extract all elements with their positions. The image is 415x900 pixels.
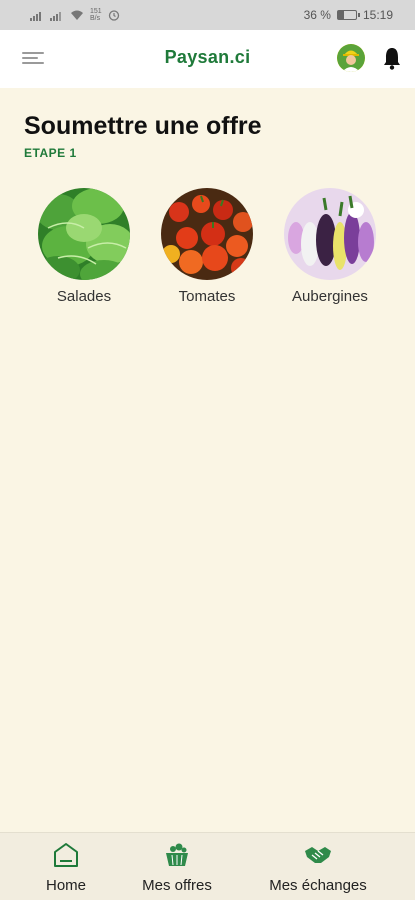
product-list: Salades Tomates Aubergines	[0, 188, 415, 318]
network-speed: 151 B/s	[90, 8, 102, 22]
avatar[interactable]	[337, 44, 365, 72]
product-tomates[interactable]: Tomates	[152, 188, 262, 305]
app-bar: Paysan.ci	[0, 30, 415, 88]
battery-percent: 36 %	[303, 8, 331, 22]
nav-mes-offres-label: Mes offres	[142, 877, 212, 894]
eggplants-image	[284, 188, 376, 280]
signal-icon	[30, 11, 41, 21]
lettuce-image	[38, 188, 130, 280]
product-salades[interactable]: Salades	[29, 188, 139, 305]
nav-mes-offres[interactable]: Mes offres	[127, 833, 227, 900]
network-speed-value: 151	[90, 8, 102, 15]
nav-mes-echanges-label: Mes échanges	[269, 877, 367, 894]
page-title: Soumettre une offre	[24, 112, 262, 140]
notification-bell-icon[interactable]	[382, 46, 402, 70]
product-label-tomates: Tomates	[178, 288, 236, 305]
product-aubergines[interactable]: Aubergines	[275, 188, 385, 305]
basket-icon	[166, 843, 188, 866]
battery-icon	[336, 10, 360, 20]
tomatoes-image	[161, 188, 253, 280]
signal-icon-2	[50, 11, 61, 21]
nav-home[interactable]: Home	[26, 833, 106, 900]
home-icon	[54, 843, 78, 867]
clock: 15:19	[362, 8, 393, 22]
product-label-aubergines: Aubergines	[292, 288, 368, 305]
nav-mes-echanges[interactable]: Mes échanges	[258, 833, 378, 900]
handshake-icon	[305, 847, 331, 863]
bottom-navigation: Home Mes offres Mes échanges	[0, 832, 415, 900]
alarm-icon	[108, 10, 119, 21]
network-speed-unit: B/s	[90, 15, 101, 22]
product-label-salades: Salades	[56, 288, 112, 305]
status-bar: 151 B/s 36 % 15:19	[0, 0, 415, 30]
wifi-icon	[71, 10, 83, 20]
step-label: ETAPE 1	[24, 146, 77, 160]
nav-home-label: Home	[45, 877, 86, 894]
